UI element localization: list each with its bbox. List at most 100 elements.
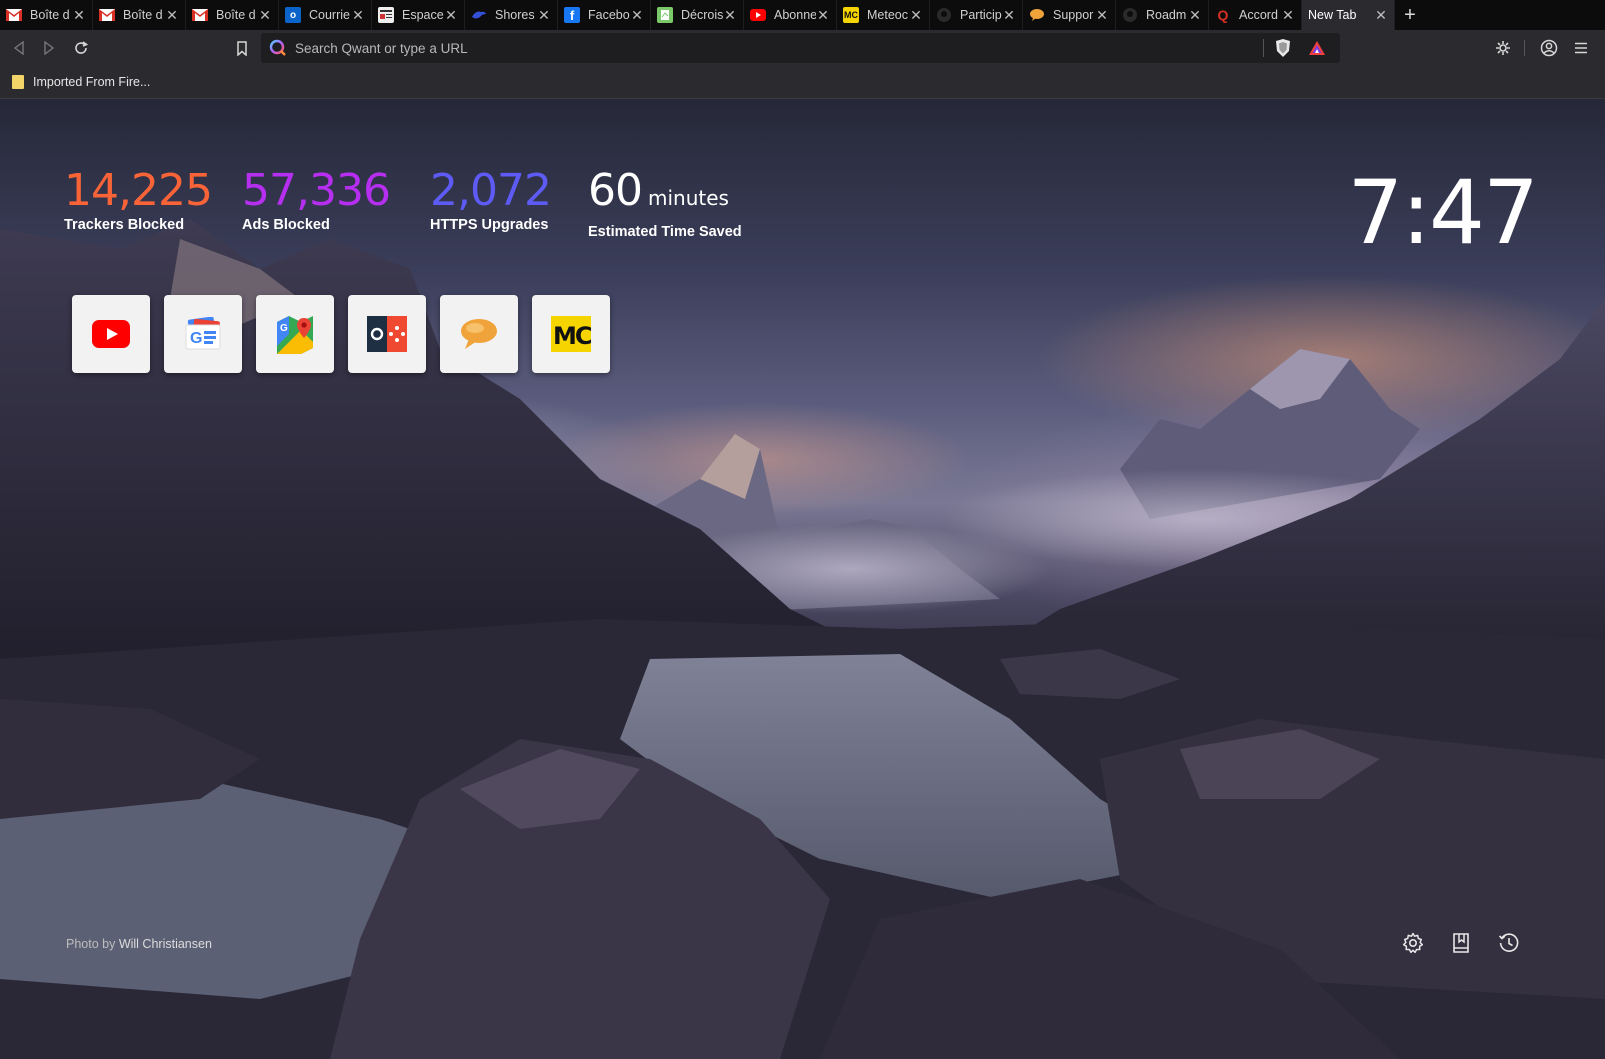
game-site-icon	[367, 316, 407, 352]
svg-text:MC: MC	[553, 322, 591, 350]
tab[interactable]: f Facebo ✕	[558, 0, 651, 30]
stat-ads-blocked: 57,336 Ads Blocked	[242, 165, 391, 234]
top-site-google-news[interactable]: G	[164, 295, 242, 373]
forward-button[interactable]	[38, 37, 60, 59]
tab-title: Accord	[1239, 8, 1278, 22]
close-icon[interactable]: ✕	[537, 8, 551, 22]
close-icon[interactable]: ✕	[1095, 8, 1109, 22]
tab-title: Shores	[495, 8, 535, 22]
top-site-youtube[interactable]	[72, 295, 150, 373]
close-icon[interactable]: ✕	[1374, 8, 1388, 22]
tab-title: Courrie	[309, 8, 350, 22]
user-profile-icon	[1540, 39, 1558, 57]
settings-icon	[1402, 932, 1424, 954]
brave-rewards-icon[interactable]	[1308, 39, 1326, 57]
profile-button[interactable]	[1539, 38, 1559, 58]
close-icon[interactable]: ✕	[816, 8, 830, 22]
bird-icon	[471, 7, 487, 23]
reload-icon	[75, 41, 89, 54]
photo-credit[interactable]: Photo by Will Christiansen	[66, 937, 212, 951]
tab[interactable]: Boîte d ✕	[0, 0, 93, 30]
mc-site-icon: MC	[551, 316, 591, 352]
chat-bubble-icon	[1029, 7, 1045, 23]
tab-title: Particip	[960, 8, 1002, 22]
menu-button[interactable]	[1571, 38, 1591, 58]
close-icon[interactable]: ✕	[165, 8, 179, 22]
url-bar[interactable]	[261, 33, 1340, 63]
bookmarks-button[interactable]	[1447, 929, 1475, 957]
stat-label: Ads Blocked	[242, 217, 330, 233]
close-icon[interactable]: ✕	[630, 8, 644, 22]
svg-text:G: G	[280, 323, 288, 334]
top-site-google-maps[interactable]: G	[256, 295, 334, 373]
tab[interactable]: Boîte d ✕	[186, 0, 279, 30]
stat-value: 57,336	[242, 165, 391, 216]
stat-value: 2,072	[430, 165, 552, 216]
qwant-icon: Q	[1217, 7, 1229, 23]
tab[interactable]: Décrois ✕	[651, 0, 744, 30]
url-input[interactable]	[295, 40, 1263, 56]
tab[interactable]: Abonne ✕	[744, 0, 837, 30]
tab-new-tab[interactable]: New Tab ✕	[1302, 0, 1395, 30]
close-icon[interactable]: ✕	[1002, 8, 1016, 22]
close-icon[interactable]: ✕	[258, 8, 272, 22]
reload-button[interactable]	[70, 37, 92, 59]
divider	[1263, 39, 1264, 57]
divider	[1524, 40, 1525, 56]
tab-title: Boîte d	[30, 8, 70, 22]
tab-title: Décrois	[681, 8, 723, 22]
facebook-icon: f	[564, 7, 580, 23]
tab[interactable]: Suppor ✕	[1023, 0, 1116, 30]
close-icon[interactable]: ✕	[909, 8, 923, 22]
tab-title: Roadm	[1146, 8, 1187, 22]
tab-title: Abonne	[774, 8, 816, 22]
brave-shield-icon[interactable]	[1274, 38, 1292, 58]
settings-button[interactable]	[1399, 929, 1427, 957]
tab-title: New Tab	[1308, 8, 1357, 22]
arrow-left-icon	[13, 41, 24, 55]
tab[interactable]: Q Accord ✕	[1209, 0, 1302, 30]
mc-icon: MC	[843, 7, 859, 23]
google-news-site-icon: G	[185, 317, 221, 350]
gmail-icon	[192, 7, 208, 23]
close-icon[interactable]: ✕	[1281, 8, 1295, 22]
extension-gear-icon	[1496, 41, 1510, 55]
tab[interactable]: MC Meteoc ✕	[837, 0, 930, 30]
tab[interactable]: Roadm ✕	[1116, 0, 1209, 30]
top-site-game[interactable]	[348, 295, 426, 373]
tab-title: Boîte d	[123, 8, 163, 22]
extensions-button[interactable]	[1493, 38, 1513, 58]
stat-label: HTTPS Upgrades	[430, 217, 549, 233]
tab[interactable]: o Courrie ✕	[279, 0, 372, 30]
close-icon[interactable]: ✕	[72, 8, 86, 22]
tab[interactable]: Espace ✕	[372, 0, 465, 30]
new-tab-button[interactable]: +	[1395, 0, 1425, 30]
outlook-icon: o	[285, 7, 301, 23]
bookmark-folder-imported[interactable]: Imported From Fire...	[12, 75, 150, 89]
newspaper-icon	[378, 7, 394, 23]
close-icon[interactable]: ✕	[444, 8, 458, 22]
tab-title: Suppor	[1053, 8, 1094, 22]
folder-icon	[12, 75, 24, 89]
tab[interactable]: Shores ✕	[465, 0, 558, 30]
back-button[interactable]	[8, 37, 30, 59]
gmail-icon	[6, 7, 22, 23]
tab[interactable]: Particip ✕	[930, 0, 1023, 30]
stat-unit: minutes	[648, 186, 729, 210]
github-icon	[936, 7, 952, 23]
tab-title: Espace	[402, 8, 444, 22]
top-site-chat[interactable]	[440, 295, 518, 373]
tab[interactable]: Boîte d ✕	[93, 0, 186, 30]
close-icon[interactable]: ✕	[1188, 8, 1202, 22]
stat-https-upgrades: 2,072 HTTPS Upgrades	[430, 165, 552, 234]
history-button[interactable]	[1495, 929, 1523, 957]
close-icon[interactable]: ✕	[351, 8, 365, 22]
close-icon[interactable]: ✕	[723, 8, 737, 22]
document-icon	[657, 7, 673, 23]
tab-title: Facebo	[588, 8, 630, 22]
bookmarks-icon	[1453, 933, 1469, 953]
bookmark-page-button[interactable]	[231, 37, 253, 59]
top-site-mc[interactable]: MC	[532, 295, 610, 373]
arrow-right-icon	[44, 41, 55, 55]
chat-bubble-site-icon	[461, 319, 497, 349]
